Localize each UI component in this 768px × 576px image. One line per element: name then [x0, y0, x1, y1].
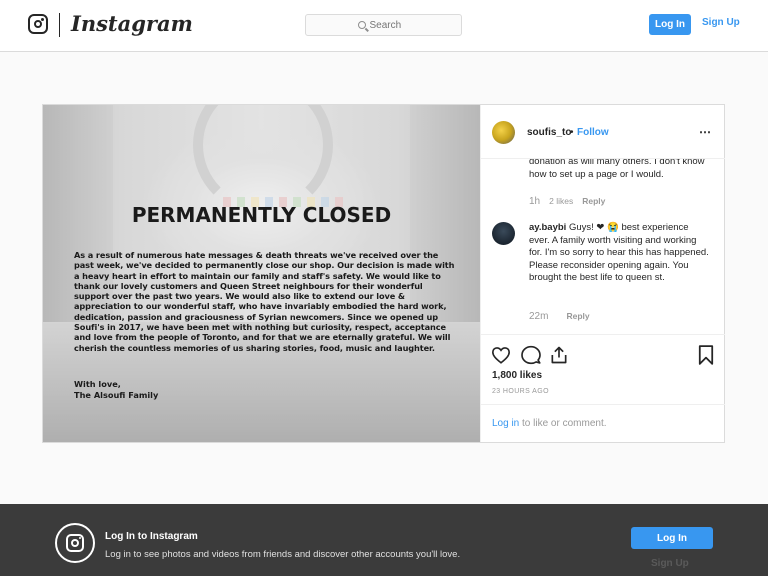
banner-login-button[interactable]: Log In — [631, 527, 713, 549]
post-image[interactable]: PERMANENTLY CLOSED As a result of numero… — [43, 105, 480, 442]
follow-button[interactable]: Follow — [577, 127, 609, 138]
add-comment-area: Log in to like or comment. — [481, 404, 725, 442]
commenter-username[interactable]: ay.baybi — [529, 222, 566, 233]
comment-text: ay.baybi Guys! ❤ 😭 best experience ever.… — [529, 222, 709, 285]
post-sidebar: soufis_to • Follow ⋯ donation as will ma… — [480, 105, 725, 442]
comment-likes[interactable]: 2 likes — [549, 196, 573, 206]
comments-list[interactable]: donation as will many others. I don't kn… — [481, 159, 725, 334]
search-icon — [357, 21, 366, 29]
comment-text: donation as will many others. I don't kn… — [529, 159, 705, 180]
owner-avatar[interactable] — [492, 121, 515, 144]
commenter-avatar[interactable] — [492, 222, 515, 245]
image-signature: With love, The Alsoufi Family — [74, 379, 158, 401]
camera-glyph — [66, 534, 84, 552]
owner-username[interactable]: soufis_to — [527, 127, 571, 138]
separator-dot: • — [570, 127, 574, 138]
instagram-wordmark[interactable]: Instagram — [71, 11, 193, 36]
share-icon[interactable] — [548, 344, 570, 366]
instagram-camera-icon[interactable] — [28, 14, 48, 34]
comment-time[interactable]: 22m — [529, 311, 548, 322]
post-header: soufis_to • Follow ⋯ — [481, 105, 725, 159]
heart-icon[interactable] — [490, 344, 512, 366]
banner-signup-link[interactable]: Sign Up — [651, 558, 689, 569]
banner-subtitle: Log in to see photos and videos from fri… — [105, 549, 461, 560]
comment-time[interactable]: 1h — [529, 196, 540, 207]
comment-icon[interactable] — [520, 344, 542, 366]
reply-button[interactable]: Reply — [566, 311, 589, 321]
comment-meta: 1h 2 likes Reply — [529, 196, 605, 207]
likes-count[interactable]: 1,800 likes — [492, 370, 542, 381]
search-box[interactable] — [305, 14, 462, 36]
top-nav: Instagram Log In Sign Up — [0, 0, 768, 52]
signature-line-2: The Alsoufi Family — [74, 390, 159, 400]
login-banner: Log In to Instagram Log in to see photos… — [0, 504, 768, 576]
image-statement: As a result of numerous hate messages & … — [74, 250, 455, 353]
login-to-comment-link[interactable]: Log in — [492, 418, 519, 429]
logo-divider — [59, 13, 60, 37]
comment-meta: 22m Reply — [529, 311, 590, 322]
signup-link[interactable]: Sign Up — [702, 17, 740, 28]
bookmark-icon[interactable] — [695, 344, 717, 366]
reply-button[interactable]: Reply — [582, 196, 605, 206]
instagram-logo-icon — [55, 523, 95, 563]
image-headline: PERMANENTLY CLOSED — [131, 203, 392, 227]
post-card: PERMANENTLY CLOSED As a result of numero… — [42, 104, 725, 443]
add-comment-prompt: to like or comment. — [519, 418, 607, 429]
signature-line-1: With love, — [74, 379, 121, 389]
banner-title: Log In to Instagram — [105, 531, 198, 542]
login-button[interactable]: Log In — [649, 14, 691, 35]
search-input[interactable] — [369, 19, 410, 31]
post-actions: 1,800 likes 23 HOURS AGO — [481, 334, 725, 404]
post-timestamp[interactable]: 23 HOURS AGO — [492, 388, 549, 395]
more-options-icon[interactable]: ⋯ — [699, 125, 711, 139]
